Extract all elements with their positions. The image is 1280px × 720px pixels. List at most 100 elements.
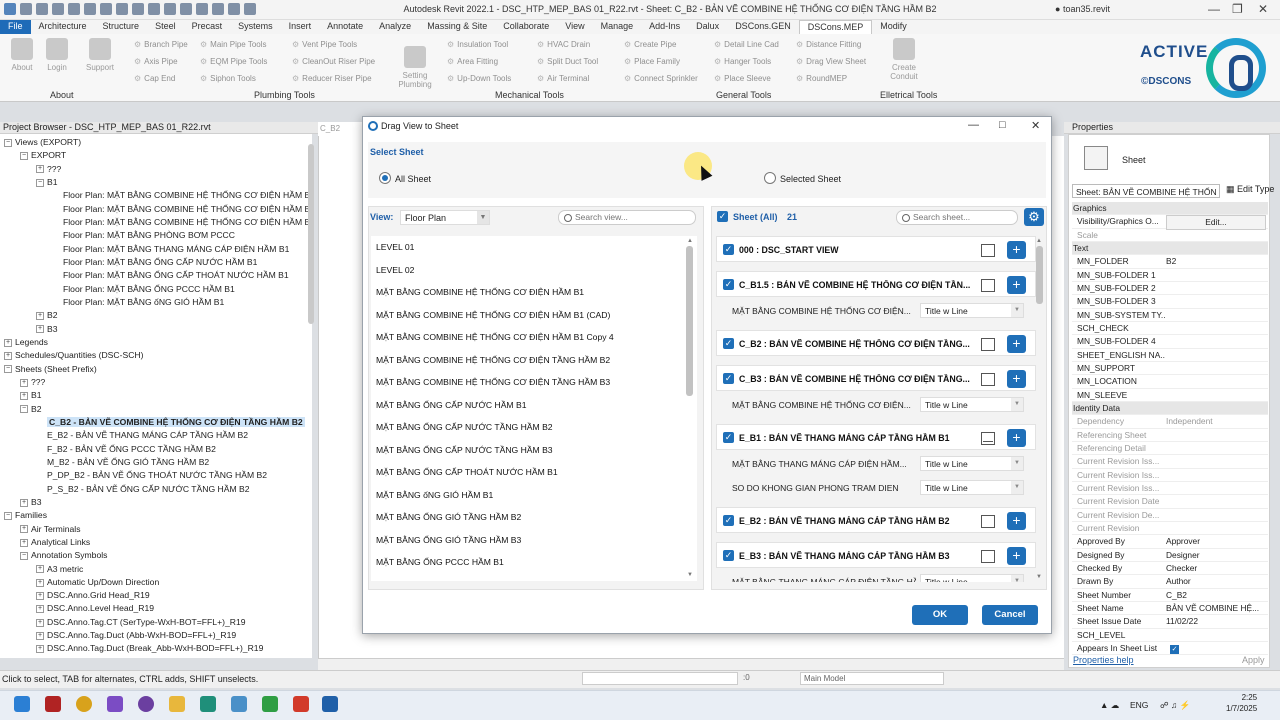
tab-steel[interactable]: Steel [147, 20, 184, 34]
hanger-tools-button[interactable]: Hanger Tools [714, 57, 771, 66]
property-row[interactable]: Current Revision De... [1072, 509, 1268, 522]
viewport-type-dropdown[interactable]: Title w Line ▼ [920, 303, 1024, 318]
property-row[interactable]: Checked By Checker [1072, 562, 1268, 576]
user-account[interactable]: ● toan35.revit [1055, 4, 1110, 14]
view-control-bar[interactable] [318, 658, 1064, 670]
expand-icon[interactable]: + [36, 591, 44, 600]
dimension-icon[interactable] [132, 3, 144, 15]
collapse-icon[interactable]: − [20, 405, 28, 414]
revit-icon[interactable] [4, 3, 16, 15]
sheet-checkbox[interactable]: ✓ [723, 550, 734, 561]
revit-taskbar-icon[interactable] [322, 696, 338, 712]
tree-item[interactable]: Floor Plan: MẶT BẰNG COMBINE HỆ THỐNG CƠ… [0, 216, 312, 229]
add-view-to-sheet-button[interactable]: + [1007, 547, 1026, 565]
create-conduit-button[interactable]: Create Conduit [882, 38, 926, 81]
tree-item[interactable]: E_B2 - BẢN VẼ THANG MÁNG CÁP TẦNG HẦM B2 [0, 429, 312, 442]
expand-icon[interactable]: + [36, 631, 44, 640]
property-group[interactable]: Graphics [1072, 202, 1268, 216]
view-list-item[interactable]: MẶT BẰNG ỐNG PCCC HẦM B1 [371, 551, 697, 574]
add-view-to-sheet-button[interactable]: + [1007, 276, 1026, 294]
property-value[interactable]: 11/02/22 [1166, 615, 1266, 628]
tab-file[interactable]: File [0, 20, 31, 34]
tree-item[interactable]: + Air Terminals [0, 523, 312, 536]
tree-item[interactable]: Floor Plan: MẶT BẰNG COMBINE HỆ THỐNG CƠ… [0, 189, 312, 202]
property-value[interactable]: B2 [1166, 255, 1266, 268]
cap-end-button[interactable]: Cap End [134, 74, 175, 83]
placed-views-toggle[interactable] [981, 432, 995, 445]
search-sheet-input[interactable] [913, 212, 1013, 222]
expand-icon[interactable]: + [4, 338, 12, 347]
placed-views-toggle[interactable] [981, 550, 995, 563]
clock[interactable]: 2:25 1/7/2025 [1226, 692, 1257, 714]
viewport-type-dropdown[interactable]: Title w Line ▼ [920, 574, 1024, 582]
tab-dalux[interactable]: Dalux [688, 20, 727, 34]
apply-button[interactable]: Apply [1242, 655, 1265, 665]
visual-studio-icon[interactable] [107, 696, 123, 712]
tab-dscons-mep[interactable]: DSCons.MEP [798, 20, 873, 34]
sheet-row[interactable]: ✓ E_B3 : BẢN VẼ THANG MÁNG CÁP TẦNG HẦM B… [716, 542, 1036, 568]
tree-item[interactable]: + DSC.Anno.Grid Head_R19 [0, 589, 312, 602]
sheet-row[interactable]: ✓ E_B1 : BẢN VẼ THANG MÁNG CÁP TẦNG HẦM B… [716, 424, 1036, 450]
main-pipe-tools-button[interactable]: Main Pipe Tools [200, 40, 266, 49]
view-tab[interactable]: C_B2 [318, 122, 362, 136]
create-pipe-button[interactable]: Create Pipe [624, 40, 676, 49]
dialog-maximize-icon[interactable]: □ [999, 119, 1006, 131]
tree-item[interactable]: P_S_B2 - BẢN VẼ ỐNG CẤP NƯỚC TẦNG HẦM B2 [0, 483, 312, 496]
area-fitting-button[interactable]: Area Fitting [447, 57, 498, 66]
print-icon[interactable] [100, 3, 112, 15]
view-list[interactable]: LEVEL 01 LEVEL 02 MẶT BẰNG COMBINE HỆ THỐN… [371, 236, 697, 581]
sheet-checkbox[interactable]: ✓ [723, 244, 734, 255]
redo-icon[interactable] [84, 3, 96, 15]
expand-icon[interactable]: + [36, 165, 44, 174]
view-list-item[interactable]: MẶT BẰNG COMBINE HỆ THỐNG CƠ ĐIỆN HẦM B1 [371, 281, 697, 304]
collapse-icon[interactable]: − [20, 152, 28, 161]
tag-icon[interactable] [148, 3, 160, 15]
tree-item[interactable]: Floor Plan: MẶT BẰNG COMBINE HỆ THỐNG CƠ… [0, 203, 312, 216]
app-icon[interactable] [45, 696, 61, 712]
detail-line-cad-button[interactable]: Detail Line Cad [714, 40, 779, 49]
collapse-icon[interactable]: − [36, 178, 44, 187]
place-sleeve-button[interactable]: Place Sleeve [714, 74, 771, 83]
vent-pipe-tools-button[interactable]: Vent Pipe Tools [292, 40, 357, 49]
property-row[interactable]: Current Revision Iss... [1072, 455, 1268, 469]
workset-selector[interactable] [582, 672, 738, 685]
tree-item[interactable]: + DSC.Anno.Tag.Duct (Break_Abb-WxH-BOD=FF… [0, 642, 312, 655]
tree-item[interactable]: − B2 [0, 403, 312, 416]
tree-item[interactable]: + Analytical Links [0, 536, 312, 549]
section-icon[interactable] [196, 3, 208, 15]
view-list-scrollbar[interactable] [686, 246, 693, 396]
add-view-to-sheet-button[interactable]: + [1007, 370, 1026, 388]
input-language[interactable]: ENG [1130, 700, 1148, 710]
tree-item[interactable]: +??? [0, 376, 312, 389]
tree-item[interactable]: + B1 [0, 389, 312, 402]
placed-view-row[interactable]: MẶT BẰNG THANG MÁNG CÁP ĐIỆN TẦNG HẦ... T… [716, 570, 1036, 582]
collapse-icon[interactable]: − [20, 551, 28, 560]
view-list-item[interactable]: LEVEL 02 [371, 259, 697, 282]
instance-selector[interactable]: Sheet: BẢN VẼ COMBINE HỆ THỐN [1072, 184, 1220, 198]
autocad-icon[interactable] [293, 696, 309, 712]
placed-views-toggle[interactable] [981, 338, 995, 351]
tab-analyze[interactable]: Analyze [371, 20, 419, 34]
hvac-drain-button[interactable]: HVAC Drain [537, 40, 590, 49]
quick-access-toolbar[interactable] [4, 3, 256, 15]
property-row[interactable]: Current Revision Iss... [1072, 469, 1268, 482]
placed-view-row[interactable]: MẶT BẰNG THANG MÁNG CÁP ĐIỆN HẦM... Title… [716, 452, 1036, 476]
tree-item[interactable]: Floor Plan: MẶT BẰNG PHÒNG BƠM PCCC [0, 229, 312, 242]
view-list-item[interactable]: MẶT BẰNG ỐNG CẤP NƯỚC HẦM B1 [371, 394, 697, 417]
tree-item[interactable]: − B1 [0, 176, 312, 189]
property-value[interactable]: ✓ [1166, 642, 1266, 655]
sheet-checkbox[interactable]: ✓ [723, 515, 734, 526]
distance-fitting-button[interactable]: Distance Fitting [796, 40, 861, 49]
tree-item[interactable]: + DSC.Anno.Level Head_R19 [0, 602, 312, 615]
windows-start-icon[interactable] [14, 696, 30, 712]
expand-icon[interactable]: + [4, 351, 12, 360]
project-browser[interactable]: − Views (EXPORT) − EXPORT +??? − B1 Floor Plan:… [0, 134, 312, 658]
property-row[interactable]: MN_SUPPORT [1072, 362, 1268, 376]
tab-massing-site[interactable]: Massing & Site [419, 20, 495, 34]
tree-item[interactable]: + A3 metric [0, 563, 312, 576]
siphon-tools-button[interactable]: Siphon Tools [200, 74, 256, 83]
tab-view[interactable]: View [557, 20, 592, 34]
dialog-close-icon[interactable]: ✕ [1031, 119, 1040, 132]
property-row[interactable]: SCH_CHECK [1072, 322, 1268, 336]
property-value[interactable]: Independent [1166, 415, 1266, 428]
